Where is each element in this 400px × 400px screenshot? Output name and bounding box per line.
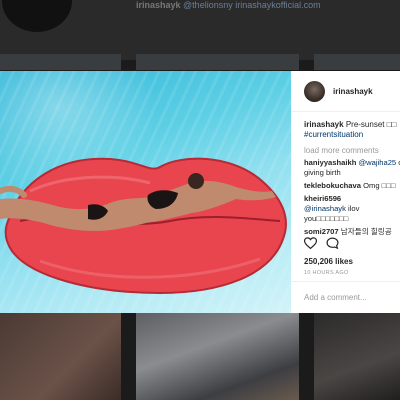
comment-username[interactable]: teklebokuchava [304,181,361,190]
caption-hashtag-line: #currentsituation [304,130,400,140]
comment-text: ilov [345,204,360,213]
comment-text: 남자들의 힐링공 [338,227,392,236]
comment-text: Omg □□□ [360,181,396,190]
caption-text: Pre-sunset □□ [345,120,397,129]
add-comment-input[interactable]: Add a comment... [304,293,367,302]
background-tile-strip [136,54,299,70]
heart-icon[interactable] [304,237,317,249]
background-tile-strip [314,54,400,70]
comment-text: c [396,158,400,167]
background-post-thumbnail[interactable] [314,312,400,400]
post-caption: irinashayk Pre-sunset □□ [304,120,400,130]
post-timestamp: 10 HOURS AGO [304,270,349,276]
background-handle-text: irinashayk [136,0,181,10]
lip-float-illustration [0,157,287,295]
post-username[interactable]: irinashayk [333,87,373,96]
post-photo[interactable] [0,71,291,313]
comment-item: teklebokuchava Omg □□□ [304,181,400,191]
comment-item: kheiri6596 @irinashayk ilov you□□□□□□□ [304,194,400,224]
comments-section: irinashayk Pre-sunset □□ #currentsituati… [304,120,400,237]
comment-item: somi2707 남자들의 힐링공 [304,227,400,237]
load-more-comments-link[interactable]: load more comments [304,146,400,155]
comment-item: haniyyashaikh @wajiha25 c giving birth [304,158,400,178]
background-tile-strip [0,54,121,70]
background-mentions: @thelionsny irinashaykofficial.com [183,0,321,10]
comment-mention[interactable]: @wajiha25 [358,158,396,167]
caption-username[interactable]: irinashayk [304,120,344,129]
background-profile-handle: irinashayk @thelionsny irinashaykofficia… [136,0,321,10]
comment-username[interactable]: somi2707 [304,227,339,236]
caption-hashtag[interactable]: #currentsituation [304,130,363,139]
comment-username[interactable]: haniyyashaikh [304,158,356,167]
comment-icon[interactable] [326,237,339,249]
post-header: irinashayk [291,71,400,112]
post-modal: irinashayk irinashayk Pre-sunset □□ #cur… [0,71,400,313]
comment-username[interactable]: kheiri6596 [304,194,341,203]
user-avatar[interactable] [304,80,325,102]
post-details-panel: irinashayk irinashayk Pre-sunset □□ #cur… [291,71,400,313]
comment-text-continued: you□□□□□□□ [304,214,349,223]
comment-mention[interactable]: @irinashayk [304,204,346,213]
comment-text-continued: giving birth [304,168,341,177]
background-post-thumbnail[interactable] [136,312,299,400]
likes-count[interactable]: 250,206 likes [304,257,353,266]
divider [291,281,400,282]
post-actions [304,237,339,249]
background-post-thumbnail[interactable] [0,312,121,400]
